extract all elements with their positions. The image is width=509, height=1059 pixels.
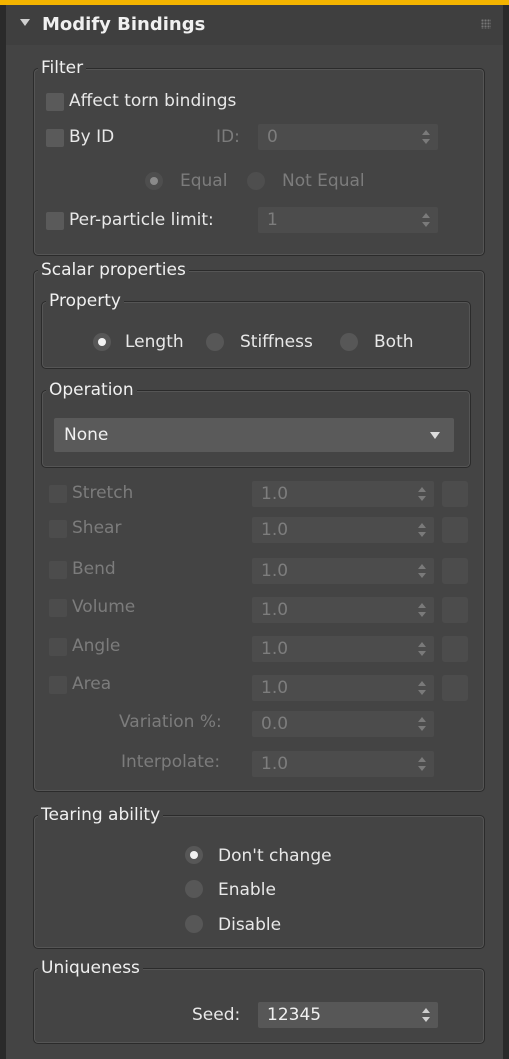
stretch-checkbox[interactable]: [49, 485, 67, 503]
spinner-arrows-icon[interactable]: [418, 603, 426, 617]
per-particle-limit-value: 1: [267, 210, 278, 230]
stretch-map-button[interactable]: [442, 481, 468, 507]
angle-spinner[interactable]: 1.0: [252, 636, 434, 662]
spinner-arrows-icon[interactable]: [422, 213, 430, 227]
seed-value: 12345: [267, 1005, 322, 1025]
length-label: Length: [125, 332, 184, 352]
per-particle-limit-spinner[interactable]: 1: [258, 207, 438, 233]
spinner-arrows-icon[interactable]: [418, 717, 426, 731]
bend-label: Bend: [72, 559, 116, 579]
area-label: Area: [72, 674, 112, 694]
interpolate-value: 1.0: [261, 754, 289, 774]
seed-spinner[interactable]: 12345: [258, 1002, 438, 1028]
spinner-arrows-icon[interactable]: [418, 681, 426, 695]
affect-torn-bindings-label: Affect torn bindings: [69, 91, 237, 111]
variation-label: Variation %:: [119, 712, 222, 732]
shear-label: Shear: [72, 518, 122, 538]
enable-radio[interactable]: [185, 880, 203, 898]
enable-label: Enable: [218, 880, 276, 900]
spinner-arrows-icon[interactable]: [418, 487, 426, 501]
not-equal-label: Not Equal: [282, 171, 365, 191]
spinner-arrows-icon[interactable]: [418, 523, 426, 537]
per-particle-limit-checkbox[interactable]: [46, 212, 64, 230]
variation-spinner[interactable]: 0.0: [252, 711, 434, 737]
volume-label: Volume: [72, 597, 136, 617]
scalar-properties-title: Scalar properties: [38, 259, 189, 281]
stretch-label: Stretch: [72, 483, 134, 503]
seed-label: Seed:: [192, 1005, 241, 1025]
bend-value: 1.0: [261, 561, 289, 581]
disable-radio[interactable]: [185, 915, 203, 933]
id-label: ID:: [216, 127, 240, 147]
by-id-label: By ID: [69, 127, 115, 147]
drag-grip-icon[interactable]: [481, 19, 491, 29]
bend-spinner[interactable]: 1.0: [252, 558, 434, 584]
equal-label: Equal: [180, 171, 228, 191]
operation-dropdown[interactable]: None: [54, 418, 454, 452]
spinner-arrows-icon[interactable]: [418, 642, 426, 656]
disable-label: Disable: [218, 915, 282, 935]
filter-group-title: Filter: [38, 57, 87, 79]
stretch-spinner[interactable]: 1.0: [252, 481, 434, 507]
interpolate-spinner[interactable]: 1.0: [252, 751, 434, 777]
shear-checkbox[interactable]: [49, 520, 67, 538]
equal-radio[interactable]: [145, 172, 163, 190]
bend-map-button[interactable]: [442, 558, 468, 584]
length-radio[interactable]: [93, 333, 111, 351]
bend-checkbox[interactable]: [49, 561, 67, 579]
area-spinner[interactable]: 1.0: [252, 675, 434, 701]
spinner-arrows-icon[interactable]: [422, 1008, 430, 1022]
affect-torn-bindings-checkbox[interactable]: [46, 93, 64, 111]
angle-value: 1.0: [261, 639, 289, 659]
volume-value: 1.0: [261, 600, 289, 620]
shear-value: 1.0: [261, 520, 289, 540]
shear-spinner[interactable]: 1.0: [252, 517, 434, 543]
rollout-header[interactable]: Modify Bindings: [6, 5, 503, 45]
collapse-arrow-icon[interactable]: [20, 19, 30, 26]
angle-label: Angle: [72, 636, 121, 656]
dont-change-label: Don't change: [218, 846, 332, 866]
not-equal-radio[interactable]: [247, 172, 265, 190]
rollout-title: Modify Bindings: [42, 14, 206, 35]
right-panel-edge: [503, 5, 509, 1059]
by-id-checkbox[interactable]: [46, 129, 64, 147]
per-particle-limit-label: Per-particle limit:: [69, 210, 214, 230]
operation-group-title: Operation: [46, 379, 137, 401]
stretch-value: 1.0: [261, 484, 289, 504]
volume-checkbox[interactable]: [49, 599, 67, 617]
angle-checkbox[interactable]: [49, 638, 67, 656]
property-group-title: Property: [46, 290, 124, 312]
dont-change-radio[interactable]: [185, 846, 203, 864]
both-label: Both: [374, 332, 414, 352]
both-radio[interactable]: [340, 333, 358, 351]
stiffness-radio[interactable]: [206, 333, 224, 351]
angle-map-button[interactable]: [442, 636, 468, 662]
area-value: 1.0: [261, 678, 289, 698]
tearing-ability-title: Tearing ability: [38, 804, 164, 826]
spinner-arrows-icon[interactable]: [418, 757, 426, 771]
dropdown-arrow-icon[interactable]: [430, 432, 440, 439]
volume-map-button[interactable]: [442, 597, 468, 623]
area-map-button[interactable]: [442, 675, 468, 701]
interpolate-label: Interpolate:: [121, 752, 221, 772]
spinner-arrows-icon[interactable]: [418, 564, 426, 578]
volume-spinner[interactable]: 1.0: [252, 597, 434, 623]
spinner-arrows-icon[interactable]: [422, 130, 430, 144]
variation-value: 0.0: [261, 714, 289, 734]
operation-dropdown-value: None: [64, 425, 109, 445]
area-checkbox[interactable]: [49, 676, 67, 694]
id-spinner-value: 0: [267, 127, 278, 147]
id-spinner[interactable]: 0: [258, 124, 438, 150]
uniqueness-title: Uniqueness: [38, 957, 143, 979]
stiffness-label: Stiffness: [240, 332, 313, 352]
left-panel-edge: [0, 5, 6, 1059]
shear-map-button[interactable]: [442, 517, 468, 543]
